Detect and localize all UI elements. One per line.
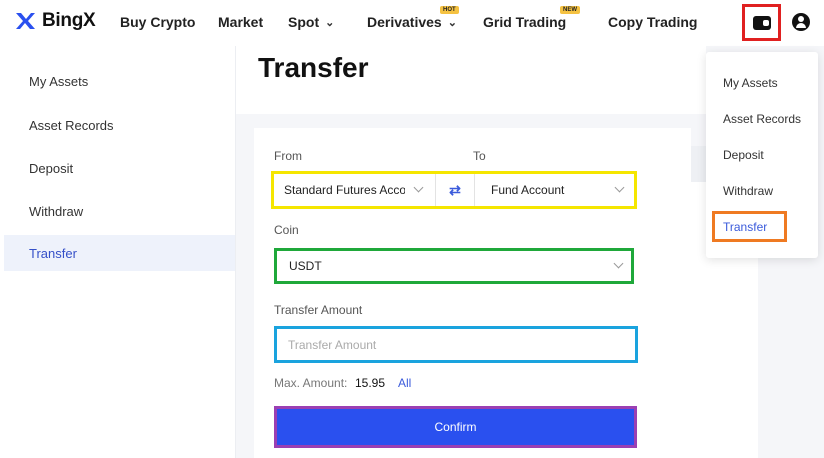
nav-label: Copy Trading (608, 14, 698, 30)
max-amount-value: 15.95 (355, 376, 386, 390)
nav-buy-crypto[interactable]: Buy Crypto (120, 14, 195, 30)
nav-grid-trading[interactable]: Grid Trading NEW (483, 6, 580, 30)
coin-label: Coin (274, 223, 299, 237)
dropdown-item-withdraw[interactable]: Withdraw (723, 184, 773, 198)
brand-name: BingX (42, 10, 96, 31)
nav-label: Spot (288, 14, 320, 30)
to-account-select[interactable]: Fund Account (491, 183, 601, 197)
transfer-amount-label: Transfer Amount (274, 303, 363, 317)
nav-label: Derivatives (367, 14, 442, 30)
wallet-icon (752, 15, 771, 30)
sidebar-item-label: Deposit (29, 160, 74, 176)
dropdown-transfer-highlight (712, 211, 787, 242)
nav-label: Grid Trading (483, 14, 567, 30)
dropdown-item-asset-records[interactable]: Asset Records (723, 112, 801, 126)
swap-arrows-icon[interactable]: ⇄ (446, 183, 464, 197)
dropdown-item-my-assets[interactable]: My Assets (723, 76, 778, 90)
sidebar-item-label: My Assets (29, 73, 89, 89)
sidebar-item-label: Transfer (29, 245, 77, 261)
sidebar-item-transfer[interactable]: Transfer (4, 235, 235, 271)
assets-sidebar: My Assets Asset Records Deposit Withdraw… (4, 46, 236, 458)
chevron-down-icon: ⌄ (325, 16, 335, 29)
sidebar-item-asset-records[interactable]: Asset Records (4, 107, 235, 143)
sidebar-item-label: Asset Records (29, 117, 114, 133)
top-nav-bar: BingX Buy Crypto Market Spot ⌄ Derivativ… (0, 0, 824, 46)
sidebar-item-label: Withdraw (29, 203, 84, 219)
wallet-button[interactable] (742, 4, 781, 41)
nav-label: Market (218, 14, 264, 30)
dropdown-item-deposit[interactable]: Deposit (723, 148, 764, 162)
new-badge: NEW (560, 6, 580, 14)
from-label: From (274, 149, 302, 163)
nav-market[interactable]: Market (218, 14, 263, 30)
nav-derivatives[interactable]: Derivatives ⌄ HOT (367, 6, 459, 30)
to-label: To (473, 149, 486, 163)
coin-select[interactable]: USDT (289, 259, 489, 273)
max-amount-label: Max. Amount: (274, 376, 348, 390)
nav-spot[interactable]: Spot ⌄ (288, 14, 334, 30)
user-account-icon[interactable] (792, 13, 810, 31)
nav-copy-trading[interactable]: Copy Trading (608, 14, 697, 30)
chevron-down-icon: ⌄ (447, 16, 457, 29)
hot-badge: HOT (440, 6, 459, 14)
sidebar-item-my-assets[interactable]: My Assets (4, 63, 235, 99)
page-title: Transfer (258, 52, 369, 83)
confirm-button[interactable]: Confirm (277, 409, 634, 445)
bingx-logo[interactable]: BingX (14, 10, 96, 32)
divider (435, 174, 436, 206)
divider (474, 174, 475, 206)
sidebar-item-withdraw[interactable]: Withdraw (4, 193, 235, 229)
sidebar-item-deposit[interactable]: Deposit (4, 150, 235, 186)
all-amount-link[interactable]: All (398, 376, 411, 390)
transfer-amount-input[interactable] (277, 329, 635, 360)
bingx-logo-icon (16, 13, 35, 29)
nav-label: Buy Crypto (120, 14, 196, 30)
from-account-select[interactable]: Standard Futures Account (284, 183, 405, 197)
